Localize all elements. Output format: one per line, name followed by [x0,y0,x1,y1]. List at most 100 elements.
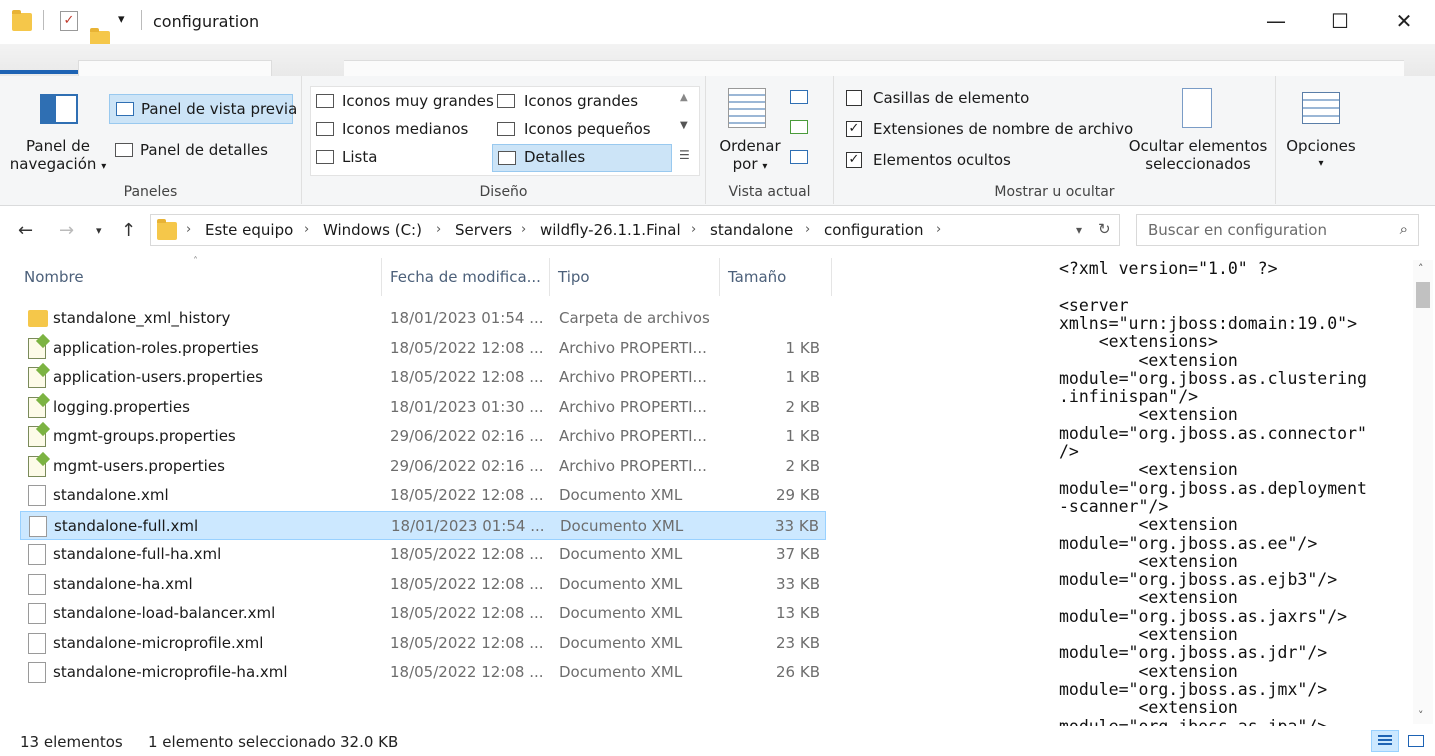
search-input[interactable]: Buscar en configuration ⌕ [1136,214,1419,246]
column-header-name[interactable]: Nombre [16,258,382,296]
address-bar[interactable]: › Este equipo › Windows (C:) › Servers ›… [150,214,1120,246]
properties-icon[interactable]: ✓ [60,11,78,31]
details-view-button[interactable] [1371,730,1399,752]
file-name: standalone-full.xml [54,516,199,535]
size-columns-icon[interactable] [790,150,808,164]
layout-small-icons[interactable]: Iconos pequeños [524,120,651,138]
file-type: Archivo PROPERTI... [559,427,707,445]
minimize-button[interactable]: — [1253,6,1299,36]
breadcrumb-item[interactable]: wildfly-26.1.1.Final [540,221,681,239]
tab-vista[interactable] [344,60,1404,76]
checkbox-hidden-items[interactable]: ✓ [846,152,862,168]
details-pane-button[interactable]: Panel de detalles [109,136,293,164]
group-by-icon[interactable] [790,90,808,104]
chevron-down-icon[interactable]: ▾ [1076,223,1082,237]
close-button[interactable]: ✕ [1381,6,1427,36]
preview-text-line: xmlns="urn:jboss:domain:19.0"> [1059,313,1358,333]
preview-text-line: <extension [1059,588,1238,608]
table-row[interactable]: mgmt-groups.properties 29/06/2022 02:16 .… [20,422,826,451]
preview-text-line: module="org.jboss.as.jmx"/> [1059,679,1328,699]
folder-icon [28,310,48,327]
breadcrumb-item[interactable]: configuration [824,221,924,239]
nav-pane-label-2: navegación [9,155,97,173]
navigation-pane-button[interactable]: Panel de navegación ▾ [6,137,110,176]
table-row[interactable]: application-users.properties 18/05/2022 1… [20,363,826,392]
refresh-icon[interactable]: ↻ [1098,220,1111,238]
layout-details[interactable]: Detalles [492,144,672,172]
breadcrumb-item[interactable]: Windows (C:) [323,221,422,239]
chevron-right-icon[interactable]: › [304,222,309,237]
hide-selected-button[interactable]: Ocultar elementos seleccionados [1126,137,1270,173]
folder-icon [157,219,177,240]
preview-scrollbar[interactable]: ˄ ˅ [1413,260,1433,724]
table-row[interactable]: standalone-ha.xml 18/05/2022 12:08 ... Doc… [20,570,826,599]
recent-locations-icon[interactable]: ▾ [96,224,102,237]
sort-by-button[interactable]: Ordenar por ▾ [710,137,790,176]
tab-inicio[interactable] [78,60,272,76]
table-row[interactable]: logging.properties 18/01/2023 01:30 ... Ar… [20,393,826,422]
search-icon[interactable]: ⌕ [1400,220,1408,238]
breadcrumb-item[interactable]: Servers [455,221,512,239]
forward-arrow-icon[interactable]: → [59,220,74,241]
scroll-up-icon[interactable]: ˄ [1418,262,1424,275]
large-icons-view-button[interactable] [1405,730,1427,752]
chevron-right-icon[interactable]: › [436,222,441,237]
breadcrumb-item[interactable]: standalone [710,221,793,239]
add-columns-icon[interactable] [790,120,808,134]
scroll-down-icon[interactable]: ˅ [1418,709,1424,722]
chevron-right-icon[interactable]: › [805,222,810,237]
layout-large-icons[interactable]: Iconos grandes [524,92,638,110]
file-name: standalone-load-balancer.xml [53,604,276,622]
small-icons-icon [497,122,515,136]
chevron-right-icon[interactable]: › [936,222,941,237]
table-row[interactable]: standalone-full-ha.xml 18/05/2022 12:08 .… [20,540,826,569]
hide-selected-icon [1182,88,1212,128]
group-label-paneles: Paneles [123,184,178,200]
checkbox-file-extensions[interactable]: ✓ [846,121,862,137]
file-name: logging.properties [53,397,190,416]
label-item-checkboxes: Casillas de elemento [873,89,1030,107]
group-opciones: Opciones ▾ [1276,76,1366,204]
file-type: Documento XML [559,604,683,622]
table-row[interactable]: mgmt-users.properties 29/06/2022 02:16 ..… [20,452,826,481]
options-button[interactable]: Opciones ▾ [1276,137,1366,173]
table-row[interactable]: standalone-full.xml 18/01/2023 01:54 ... D… [20,510,826,540]
file-date: 29/06/2022 02:16 ... [390,456,544,475]
layout-medium-icons[interactable]: Iconos medianos [342,120,468,138]
table-row[interactable]: standalone.xml 18/05/2022 12:08 ... Docume… [20,481,826,510]
chevron-down-icon: ▾ [762,161,768,172]
nav-pane-label-1: Panel de [26,137,90,155]
maximize-button[interactable]: ☐ [1317,6,1363,36]
up-arrow-icon[interactable]: ↑ [121,220,136,241]
breadcrumb-item[interactable]: Este equipo [205,221,293,239]
column-header-type[interactable]: Tipo [550,258,720,296]
table-row[interactable]: application-roles.properties 18/05/2022 1… [20,334,826,363]
chevron-right-icon[interactable]: › [691,222,696,237]
gallery-scroll-up-icon[interactable]: ▲ [680,92,688,103]
preview-pane-icon [116,102,134,116]
extra-large-icons-icon [316,94,334,108]
chevron-right-icon[interactable]: › [521,222,526,237]
layout-extra-large-icons[interactable]: Iconos muy grandes [342,92,494,110]
layout-list[interactable]: Lista [342,148,377,166]
back-arrow-icon[interactable]: ← [18,220,33,241]
gallery-more-icon[interactable]: ☰ [679,148,690,162]
file-type: Carpeta de archivos [559,309,710,327]
checkbox-item-checkboxes[interactable] [846,90,862,106]
gallery-scroll-down-icon[interactable]: ▼ [680,120,688,131]
table-row[interactable]: standalone-microprofile.xml 18/05/2022 12… [20,629,826,658]
scroll-thumb[interactable] [1416,282,1430,308]
group-diseno: Iconos muy grandes Iconos grandes Iconos… [302,76,706,204]
table-row[interactable]: standalone-load-balancer.xml 18/05/2022 1… [20,599,826,628]
tab-file[interactable] [0,70,78,74]
sort-label-1: Ordenar [719,137,781,155]
ribbon: Panel de navegación ▾ Panel de vista pre… [0,76,1435,206]
chevron-right-icon[interactable]: › [186,222,191,237]
table-row[interactable]: standalone_xml_history 18/01/2023 01:54 .… [20,304,826,333]
preview-text-line: <extension [1059,515,1238,535]
column-header-size[interactable]: Tamaño [720,258,832,296]
table-row[interactable]: standalone-microprofile-ha.xml 18/05/2022… [20,658,826,687]
column-header-date[interactable]: Fecha de modifica... [382,258,550,296]
customize-toolbar-icon[interactable]: ▾ [118,12,125,36]
preview-pane-button[interactable]: Panel de vista previa [109,94,297,124]
